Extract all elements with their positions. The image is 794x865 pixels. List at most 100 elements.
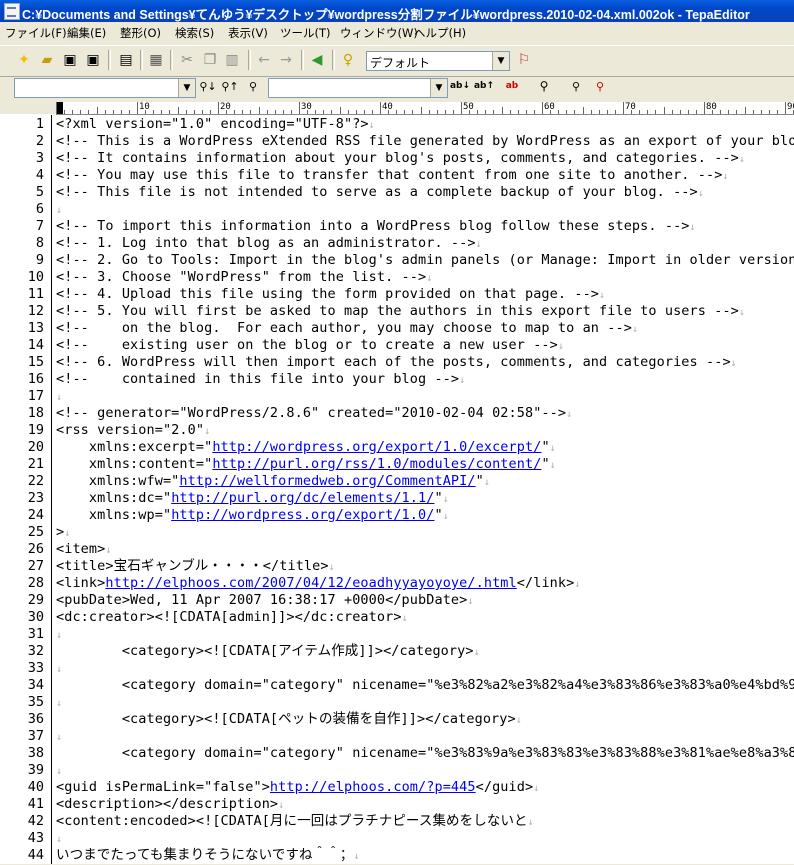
code-line[interactable]: <category domain="category" nicename="%e… xyxy=(56,745,794,762)
line-number: 1 xyxy=(35,116,44,132)
open-folder-icon[interactable]: ▰ xyxy=(37,50,57,70)
code-line[interactable]: <description></description>↓ xyxy=(56,796,284,813)
menu-edit[interactable]: 編集(E) xyxy=(67,25,106,41)
code-line[interactable]: xmlns:content="http://purl.org/rss/1.0/m… xyxy=(56,456,556,473)
code-line[interactable]: ↓ xyxy=(56,830,62,847)
code-line[interactable]: ↓ xyxy=(56,728,62,745)
code-line[interactable]: <category><![CDATA[アイテム作成]]></category>↓ xyxy=(56,643,480,660)
code-line[interactable]: <!-- 4. Upload this file using the form … xyxy=(56,286,605,303)
code-text: いつまでたっても集まりそうにないですね＾＾； xyxy=(56,847,354,863)
ruler-tick xyxy=(574,110,576,114)
jump-icon[interactable]: ◀ xyxy=(307,50,327,70)
code-line[interactable]: <!-- This is a WordPress eXtended RSS fi… xyxy=(56,133,794,150)
code-line[interactable]: <!-- 5. You will first be asked to map t… xyxy=(56,303,745,320)
lightbulb-icon[interactable]: ♀ xyxy=(338,50,358,70)
find-all-icon[interactable]: ⚲ xyxy=(243,76,263,96)
undo-icon[interactable]: ← xyxy=(254,50,274,70)
url-link[interactable]: http://purl.org/dc/elements/1.1/ xyxy=(171,490,434,506)
code-line[interactable]: <category domain="category" nicename="%e… xyxy=(56,677,794,694)
code-line[interactable]: <!-- existing user on the blog or to cre… xyxy=(56,337,564,354)
replace-up-icon[interactable]: ab↑ xyxy=(474,76,494,96)
font-select[interactable]: デフォルト ▼ xyxy=(366,51,510,71)
paste-icon[interactable]: ▥ xyxy=(222,50,242,70)
ruler-tick xyxy=(339,107,341,114)
code-line[interactable]: <!-- This file is not intended to serve … xyxy=(56,184,704,201)
code-line[interactable]: <dc:creator><![CDATA[admin]]></dc:creato… xyxy=(56,609,408,626)
code-line[interactable]: xmlns:wfw="http://wellformedweb.org/Comm… xyxy=(56,473,490,490)
code-line[interactable]: ↓ xyxy=(56,626,62,643)
code-line[interactable]: <content:encoded><![CDATA[月に一回はプラチナピース集め… xyxy=(56,813,534,830)
save-icon[interactable]: ▣ xyxy=(60,50,80,70)
print-icon[interactable]: ▦ xyxy=(146,50,166,70)
code-line[interactable]: xmlns:wp="http://wordpress.org/export/1.… xyxy=(56,507,449,524)
code-line[interactable]: <!-- contained in this file into your bl… xyxy=(56,371,465,388)
code-line[interactable]: ↓ xyxy=(56,201,62,218)
cut-icon[interactable]: ✂ xyxy=(177,50,197,70)
url-link[interactable]: http://elphoos.com/2007/04/12/eoadhyyayo… xyxy=(105,575,516,591)
code-line[interactable]: ↓ xyxy=(56,388,62,405)
code-line[interactable]: xmlns:excerpt="http://wordpress.org/expo… xyxy=(56,439,556,456)
code-line[interactable]: xmlns:dc="http://purl.org/dc/elements/1.… xyxy=(56,490,449,507)
replace-input[interactable]: ▼ xyxy=(268,78,448,98)
code-line[interactable]: <!-- 1. Log into that blog as an adminis… xyxy=(56,235,482,252)
binoculars-icon[interactable]: ⚲ xyxy=(534,76,554,96)
ruler-tick xyxy=(752,110,754,114)
code-line[interactable]: <guid isPermaLink="false">http://elphoos… xyxy=(56,779,539,796)
url-link[interactable]: http://purl.org/rss/1.0/modules/content/ xyxy=(212,456,541,472)
code-line[interactable]: <item>↓ xyxy=(56,541,112,558)
title-bar[interactable]: C:¥Documents and Settings¥てんゆう¥デスクトップ¥wo… xyxy=(0,0,794,22)
menu-search[interactable]: 検索(S) xyxy=(175,25,214,41)
code-line[interactable]: ↓ xyxy=(56,694,62,711)
code-line[interactable]: ↓ xyxy=(56,660,62,677)
url-link[interactable]: http://wordpress.org/export/1.0/excerpt/ xyxy=(212,439,541,455)
newline-marker-icon: ↓ xyxy=(56,766,63,777)
print-preview-icon[interactable]: ▤ xyxy=(116,50,136,70)
menu-file[interactable]: ファイル(F) xyxy=(5,25,67,41)
new-file-icon[interactable]: ✦ xyxy=(14,50,34,70)
newline-marker-icon: ↓ xyxy=(56,630,63,641)
code-line[interactable]: <category><![CDATA[ペットの装備を自作]]></categor… xyxy=(56,711,522,728)
find-next-icon[interactable]: ⚲↑ xyxy=(220,76,240,96)
grep-replace-icon[interactable]: ⚲ xyxy=(590,76,610,96)
menu-view[interactable]: 表示(V) xyxy=(228,25,268,41)
code-line[interactable]: いつまでたっても集まりそうにないですね＾＾；↓ xyxy=(56,847,360,864)
code-line[interactable]: <!-- 3. Choose "WordPress" from the list… xyxy=(56,269,432,286)
redo-icon[interactable]: → xyxy=(276,50,296,70)
code-line[interactable]: <!-- It contains information about your … xyxy=(56,150,745,167)
code-line[interactable]: <link>http://elphoos.com/2007/04/12/eoad… xyxy=(56,575,580,592)
url-link[interactable]: http://elphoos.com/?p=445 xyxy=(270,779,476,795)
grep-icon[interactable]: ⚲ xyxy=(566,76,586,96)
url-link[interactable]: http://wordpress.org/export/1.0/ xyxy=(171,507,434,523)
copy-icon[interactable]: ❐ xyxy=(200,50,220,70)
code-line[interactable]: ↓ xyxy=(56,762,62,779)
menu-help[interactable]: ヘルプ(H) xyxy=(414,25,466,41)
replace-down-icon[interactable]: ab↓ xyxy=(450,76,470,96)
code-line[interactable]: <title>宝石ギャンブル・・・・</title>↓ xyxy=(56,558,335,575)
replace-all-icon[interactable]: ab xyxy=(502,76,522,96)
menu-tools[interactable]: ツール(T) xyxy=(280,25,331,41)
code-line[interactable]: <!-- To import this information into a W… xyxy=(56,218,696,235)
chevron-down-icon[interactable]: ▼ xyxy=(492,52,509,70)
search-input[interactable]: ▼ xyxy=(14,78,196,98)
chevron-down-icon[interactable]: ▼ xyxy=(178,79,195,97)
code-text: <!-- generator="WordPress/2.8.6" created… xyxy=(56,405,567,421)
code-line[interactable]: <!-- 6. WordPress will then import each … xyxy=(56,354,737,371)
code-line[interactable]: <?xml version="1.0" encoding="UTF-8"?>↓ xyxy=(56,116,375,133)
chevron-down-icon[interactable]: ▼ xyxy=(430,79,447,97)
code-line[interactable]: <!-- generator="WordPress/2.8.6" created… xyxy=(56,405,572,422)
code-line[interactable]: <!-- You may use this file to transfer t… xyxy=(56,167,729,184)
menu-format[interactable]: 整形(O) xyxy=(120,25,161,41)
font-settings-icon[interactable]: ⚐ xyxy=(514,50,534,70)
app-icon[interactable] xyxy=(4,3,20,20)
code-line[interactable]: <rss version="2.0"↓ xyxy=(56,422,210,439)
ruler-tick xyxy=(606,110,608,114)
find-prev-icon[interactable]: ⚲↓ xyxy=(198,76,218,96)
save-all-icon[interactable]: ▣ xyxy=(83,50,103,70)
code-line[interactable]: <pubDate>Wed, 11 Apr 2007 16:38:17 +0000… xyxy=(56,592,474,609)
url-link[interactable]: http://wellformedweb.org/CommentAPI/ xyxy=(179,473,475,489)
menu-window[interactable]: ウィンドウ(W) xyxy=(340,25,418,41)
code-line[interactable]: >↓ xyxy=(56,524,70,541)
code-line[interactable]: <!-- on the blog. For each author, you m… xyxy=(56,320,638,337)
editor-pane[interactable]: 0102030405060708090 1<?xml version="1.0"… xyxy=(0,102,794,864)
code-line[interactable]: <!-- 2. Go to Tools: Import in the blog'… xyxy=(56,252,794,269)
